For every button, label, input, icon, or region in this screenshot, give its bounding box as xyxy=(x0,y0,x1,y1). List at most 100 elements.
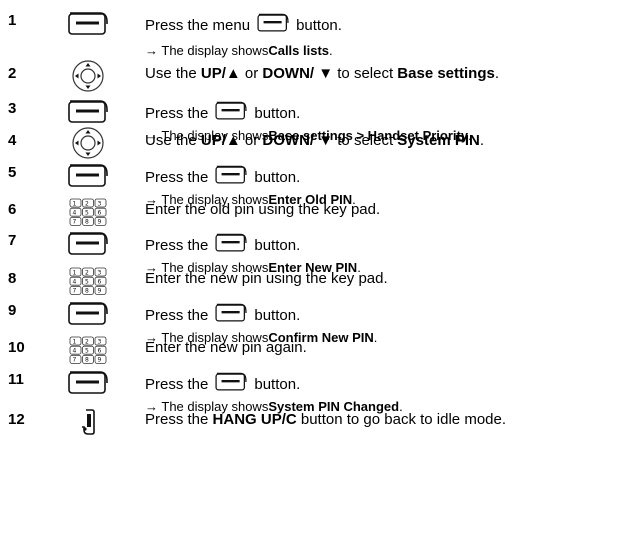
bold-term: System PIN xyxy=(397,132,480,149)
nav-key-icon xyxy=(66,126,110,159)
display-result-line: → The display showsCalls lists. xyxy=(145,42,342,59)
step-number: 9 xyxy=(8,302,17,319)
instruction-text: Press the xyxy=(145,411,213,428)
instruction-text: Use the xyxy=(145,132,201,149)
display-message: Calls lists xyxy=(268,43,330,58)
softkey-icon xyxy=(66,230,110,260)
step-number: 6 xyxy=(8,201,17,218)
step-number: 4 xyxy=(8,132,17,149)
step-number: 5 xyxy=(8,164,17,181)
step-number: 10 xyxy=(8,339,25,356)
svg-text:9: 9 xyxy=(98,288,102,295)
step-text: Enter the new pin using the key pad. xyxy=(145,270,388,288)
softkey-icon xyxy=(66,162,110,192)
instruction-text: or xyxy=(240,65,263,82)
svg-text:3: 3 xyxy=(98,269,102,276)
softkey-icon xyxy=(66,98,110,128)
action-text: button. xyxy=(254,169,301,186)
step-number: 12 xyxy=(8,411,25,428)
step-text: Use the UP/▲ or DOWN/ ▼ to select Base s… xyxy=(145,65,499,83)
softkey-icon xyxy=(211,371,251,398)
step-number: 11 xyxy=(8,371,24,388)
softkey-icon xyxy=(211,164,251,191)
action-text: button. xyxy=(254,237,301,254)
action-text: Press the xyxy=(145,169,209,186)
nav-key-icon xyxy=(66,59,110,92)
action-text: button. xyxy=(254,307,301,324)
softkey-icon xyxy=(66,10,110,40)
svg-text:1: 1 xyxy=(73,269,77,276)
softkey-icon xyxy=(66,369,110,399)
bold-term: UP/▲ xyxy=(200,65,241,82)
svg-text:7: 7 xyxy=(73,219,77,226)
svg-text:1: 1 xyxy=(73,200,77,207)
instruction-text: Enter the old pin using the key pad. xyxy=(145,201,381,218)
step-text: Use the UP/▲ or DOWN/ ▼ to select System… xyxy=(145,132,484,150)
instruction-text: to select xyxy=(333,132,398,149)
instruction-text: Enter the new pin using the key pad. xyxy=(145,270,388,287)
action-text: Press the xyxy=(145,307,209,324)
step-action-line: Press the button. xyxy=(145,371,403,398)
softkey-icon xyxy=(211,302,251,329)
instruction-text: . xyxy=(479,132,485,149)
bold-term: DOWN/ ▼ xyxy=(262,132,334,149)
step-number: 2 xyxy=(8,65,17,82)
step-text: Enter the new pin again. xyxy=(145,339,307,357)
svg-text:4: 4 xyxy=(73,210,77,217)
svg-text:5: 5 xyxy=(85,279,89,286)
softkey-icon xyxy=(211,100,251,127)
action-text: button. xyxy=(254,376,301,393)
step-text: Press the HANG UP/C button to go back to… xyxy=(145,411,506,429)
svg-text:4: 4 xyxy=(73,348,77,355)
instruction-text: Enter the new pin again. xyxy=(145,339,307,356)
action-text: Press the menu xyxy=(145,17,251,34)
result-text: . xyxy=(329,43,333,58)
step-text: Enter the old pin using the key pad. xyxy=(145,201,380,219)
result-text: → The display shows xyxy=(145,43,269,58)
bold-term: UP/▲ xyxy=(200,132,241,149)
action-text: Press the xyxy=(145,237,209,254)
action-text: button. xyxy=(254,105,301,122)
step-number: 8 xyxy=(8,270,17,287)
softkey-icon xyxy=(66,300,110,330)
svg-text:9: 9 xyxy=(98,357,102,364)
step-number: 7 xyxy=(8,232,17,249)
svg-text:7: 7 xyxy=(73,288,77,295)
action-text: Press the xyxy=(145,376,209,393)
instruction-text: Use the xyxy=(145,65,201,82)
svg-text:8: 8 xyxy=(85,357,89,364)
step-text: Press the menu button. → The display shows… xyxy=(145,12,342,59)
bold-term: HANG UP/C xyxy=(212,411,297,428)
keypad-icon: 1 2 3 4 5 6 7 8 9 xyxy=(66,335,110,365)
action-text: button. xyxy=(296,17,342,34)
svg-text:5: 5 xyxy=(85,348,89,355)
softkey-icon xyxy=(211,232,251,259)
svg-text:3: 3 xyxy=(98,200,102,207)
step-number: 1 xyxy=(8,12,17,29)
step-action-line: Press the button. xyxy=(145,100,472,127)
step-number: 3 xyxy=(8,100,17,117)
step-action-line: Press the button. xyxy=(145,302,377,329)
svg-text:7: 7 xyxy=(73,357,77,364)
action-text: Press the xyxy=(145,105,209,122)
step-action-line: Press the button. xyxy=(145,232,361,259)
svg-text:4: 4 xyxy=(73,279,77,286)
instruction-text: button to go back to idle mode. xyxy=(296,411,507,428)
svg-text:6: 6 xyxy=(98,279,102,286)
keypad-icon: 1 2 3 4 5 6 7 8 9 xyxy=(66,266,110,296)
step-text: Press the button. → The display showsSyste… xyxy=(145,371,403,415)
svg-text:2: 2 xyxy=(85,338,89,345)
hang-up-icon xyxy=(66,405,110,435)
step-action-line: Press the button. xyxy=(145,164,356,191)
svg-text:8: 8 xyxy=(85,219,89,226)
instruction-text: to select xyxy=(333,65,398,82)
svg-text:2: 2 xyxy=(85,269,89,276)
svg-text:3: 3 xyxy=(98,338,102,345)
step-action-line: Press the menu button. xyxy=(145,12,342,39)
bold-term: DOWN/ ▼ xyxy=(262,65,334,82)
bold-term: Base settings xyxy=(397,65,495,82)
svg-text:9: 9 xyxy=(98,219,102,226)
svg-text:6: 6 xyxy=(98,348,102,355)
instruction-text: or xyxy=(240,132,263,149)
instruction-text: . xyxy=(494,65,500,82)
